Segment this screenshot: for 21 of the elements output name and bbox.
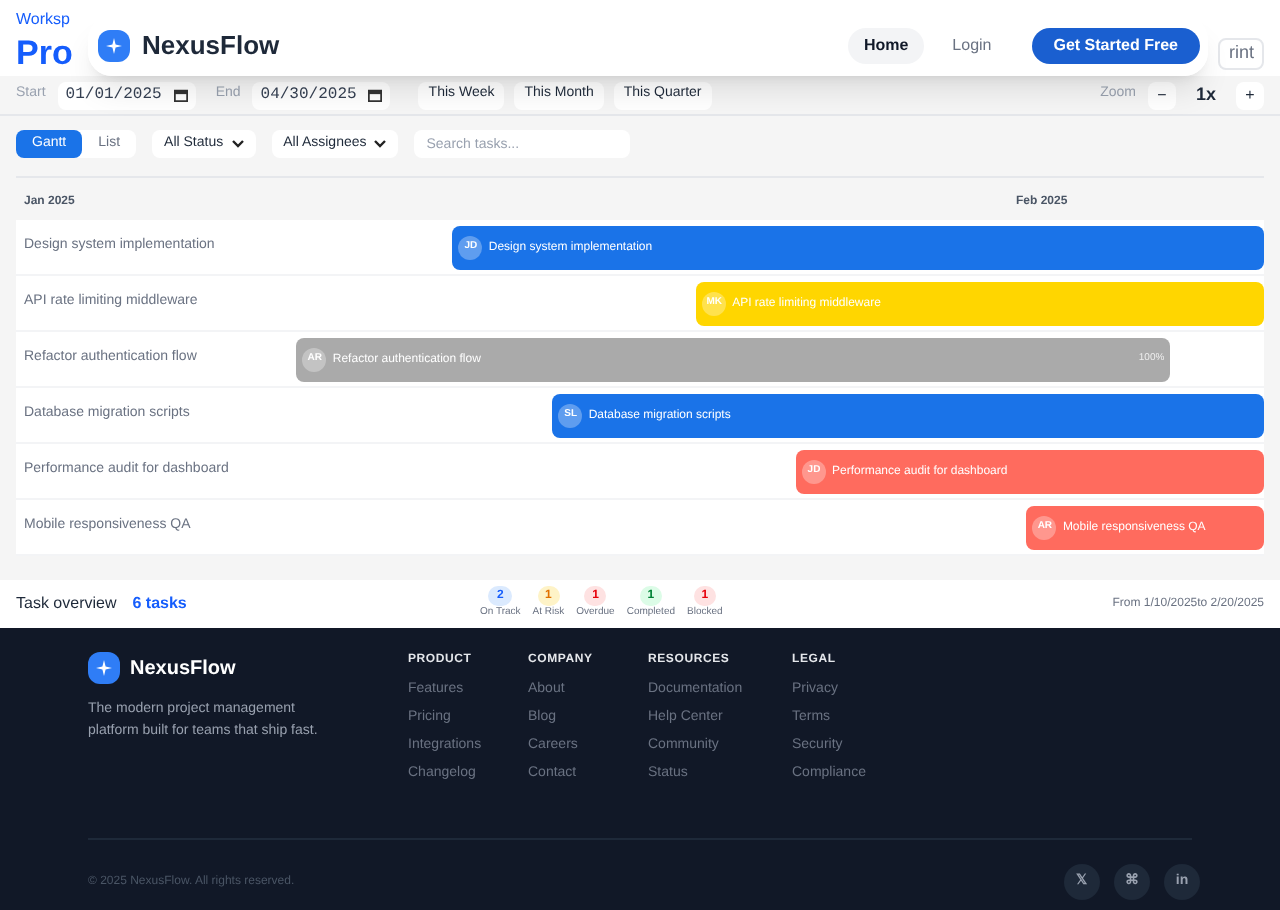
zoom-value: 1x bbox=[1193, 81, 1218, 108]
logo-icon bbox=[88, 652, 120, 684]
page-title: Pro bbox=[16, 36, 73, 70]
date-field[interactable]: 01/01/2025 bbox=[57, 81, 196, 109]
zoom-in-button[interactable]: + bbox=[1236, 81, 1264, 109]
calendar-icon bbox=[368, 88, 383, 102]
chevron-down-icon bbox=[231, 140, 244, 148]
print-button[interactable]: rint bbox=[1218, 38, 1264, 70]
breadcrumb-link[interactable]: Worksp bbox=[16, 12, 70, 28]
task-count: 6 tasks bbox=[132, 592, 187, 616]
chevron-down-icon bbox=[374, 140, 387, 148]
overview-title: Task overview bbox=[16, 592, 117, 616]
footer-brand[interactable]: NexusFlow bbox=[130, 653, 236, 683]
nav-link[interactable]: Login bbox=[936, 28, 1008, 64]
logo-icon bbox=[98, 30, 130, 62]
get-started-button[interactable]: Get Started Free bbox=[1031, 28, 1200, 64]
zoom-out-button[interactable]: − bbox=[1147, 81, 1176, 109]
date-field[interactable]: 04/30/2025 bbox=[252, 81, 391, 109]
calendar-icon bbox=[173, 88, 188, 102]
nav-link[interactable]: Home bbox=[847, 28, 925, 64]
brand-name[interactable]: NexusFlow bbox=[142, 26, 280, 66]
